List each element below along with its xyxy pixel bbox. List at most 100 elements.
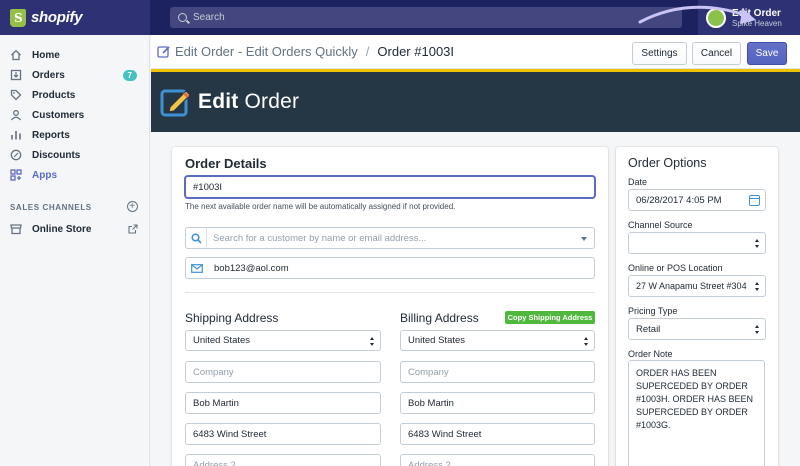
shipping-name-input[interactable]: Bob Martin <box>185 392 381 414</box>
order-name-input[interactable]: #1003I <box>185 176 595 198</box>
shipping-company-input[interactable]: Company <box>185 361 381 383</box>
shipping-address-heading: Shipping Address <box>185 311 279 325</box>
channel-source-select[interactable] <box>628 232 766 254</box>
edit-order-app-icon <box>157 45 170 58</box>
breadcrumb-separator: / <box>365 44 370 59</box>
home-icon <box>11 49 21 61</box>
page-title: Order #1003I <box>377 44 455 59</box>
select-arrows-icon <box>584 337 589 346</box>
sidebar-item-label: Home <box>32 49 60 61</box>
store-icon <box>10 224 22 235</box>
shipping-address1-input[interactable]: 6483 Wind Street <box>185 423 381 445</box>
billing-country-value: United States <box>408 335 466 346</box>
banner-title: Edit Order <box>198 90 299 114</box>
sidebar-item-label: Apps <box>32 169 57 181</box>
order-note-textarea[interactable]: ORDER HAS BEEN SUPERCEDED BY ORDER #1003… <box>628 360 765 466</box>
sidebar-item-products[interactable]: Products <box>0 85 149 105</box>
shopify-logo[interactable]: shopify <box>0 0 150 35</box>
select-arrows-icon <box>370 337 375 346</box>
brand-name: shopify <box>31 9 83 26</box>
pricing-type-select[interactable]: Retail <box>628 318 766 340</box>
location-value: 27 W Anapamu Street #304 <box>636 281 747 291</box>
select-arrows-icon <box>755 282 760 291</box>
order-details-card: Order Details #1003I The next available … <box>172 147 608 466</box>
order-note-label: Order Note <box>628 349 673 359</box>
banner-title-rest: Order <box>238 90 300 113</box>
billing-address-heading: Billing Address <box>400 311 479 325</box>
user-name: Edit Order <box>732 7 781 19</box>
pricing-type-label: Pricing Type <box>628 306 678 316</box>
location-select[interactable]: 27 W Anapamu Street #304 <box>628 275 766 297</box>
reports-icon <box>11 131 21 140</box>
search-icon <box>178 13 187 22</box>
edit-order-logo-icon <box>160 89 191 117</box>
billing-address1-input[interactable]: 6483 Wind Street <box>400 423 595 445</box>
sidebar-item-online-store[interactable]: Online Store <box>0 219 149 239</box>
search-icon <box>190 232 202 244</box>
sidebar-item-apps[interactable]: Apps <box>0 165 149 185</box>
location-label: Online or POS Location <box>628 263 723 273</box>
select-arrows-icon <box>755 239 760 248</box>
apps-icon <box>10 169 22 181</box>
billing-name-input[interactable]: Bob Martin <box>400 392 595 414</box>
save-button[interactable]: Save <box>747 42 787 65</box>
customers-icon <box>10 110 22 121</box>
orders-icon <box>10 69 22 81</box>
sidebar-item-home[interactable]: Home <box>0 45 149 65</box>
banner-title-bold: Edit <box>198 90 239 113</box>
tag-icon <box>10 89 22 101</box>
orders-count-badge: 7 <box>122 70 137 81</box>
shipping-address2-input[interactable]: Address 2 <box>185 454 381 466</box>
sidebar-item-discounts[interactable]: Discounts <box>0 145 149 165</box>
global-search[interactable]: Search <box>170 7 682 28</box>
order-name-helper: The next available order name will be au… <box>185 202 456 211</box>
sidebar-item-customers[interactable]: Customers <box>0 105 149 125</box>
search-placeholder: Search <box>193 12 225 23</box>
sales-channels-heading: SALES CHANNELS + <box>0 199 149 215</box>
email-icon-box <box>186 258 207 278</box>
date-value: 06/28/2017 4:05 PM <box>636 194 722 206</box>
external-link-icon[interactable] <box>128 224 138 234</box>
settings-button[interactable]: Settings <box>632 42 687 65</box>
channel-source-label: Channel Source <box>628 220 693 230</box>
section-title-text: SALES CHANNELS <box>10 202 92 212</box>
copy-shipping-address-button[interactable]: Copy Shipping Address <box>505 311 595 324</box>
sidebar-item-orders[interactable]: Orders 7 <box>0 65 149 85</box>
avatar <box>706 7 726 28</box>
shipping-country-select[interactable]: United States <box>185 330 381 351</box>
customer-search-placeholder: Search for a customer by name or email a… <box>213 232 427 244</box>
customer-email-value: bob123@aol.com <box>214 262 289 274</box>
top-bar: shopify Search Edit Order Spike Heaven <box>0 0 800 35</box>
billing-company-input[interactable]: Company <box>400 361 595 383</box>
order-options-card: Order Options Date 06/28/2017 4:05 PM Ch… <box>616 147 778 466</box>
shopify-bag-icon <box>10 8 26 27</box>
add-channel-plus-icon[interactable]: + <box>127 201 138 212</box>
sidebar-item-reports[interactable]: Reports <box>0 125 149 145</box>
date-input[interactable]: 06/28/2017 4:05 PM <box>628 189 766 211</box>
order-options-heading: Order Options <box>628 156 707 170</box>
sidebar: Home Orders 7 Products Customers Reports… <box>0 35 150 466</box>
sidebar-item-label: Online Store <box>32 223 92 235</box>
billing-country-select[interactable]: United States <box>400 330 595 351</box>
billing-address2-input[interactable]: Address 2 <box>400 454 595 466</box>
mail-icon <box>190 263 203 273</box>
shipping-country-value: United States <box>193 335 251 346</box>
discount-icon <box>10 149 22 161</box>
customer-search-input[interactable]: Search for a customer by name or email a… <box>185 227 595 249</box>
chevron-down-icon <box>581 237 587 241</box>
select-arrows-icon <box>755 325 760 334</box>
breadcrumb-app[interactable]: Edit Order - Edit Orders Quickly <box>175 44 358 59</box>
date-label: Date <box>628 177 648 187</box>
customer-search-icon-box <box>186 228 207 248</box>
pricing-type-value: Retail <box>636 323 661 335</box>
store-name: Spike Heaven <box>732 18 782 28</box>
order-details-heading: Order Details <box>185 156 267 171</box>
customer-email-field[interactable]: bob123@aol.com <box>185 257 595 279</box>
sidebar-item-label: Discounts <box>32 149 81 161</box>
sidebar-item-label: Products <box>32 89 76 101</box>
sidebar-item-label: Reports <box>32 129 70 141</box>
cancel-button[interactable]: Cancel <box>692 42 741 65</box>
account-menu[interactable]: Edit Order Spike Heaven <box>698 0 800 35</box>
calendar-icon[interactable] <box>749 195 760 206</box>
sidebar-item-label: Orders <box>32 69 65 81</box>
